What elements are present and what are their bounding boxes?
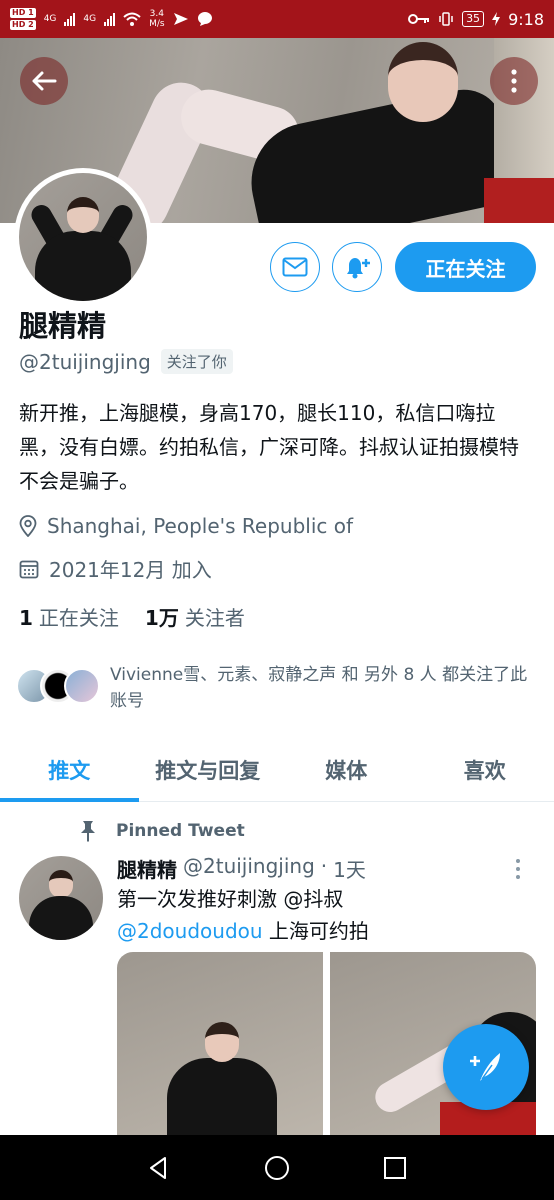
chat-bubble-icon (197, 12, 212, 26)
following-button[interactable]: 正在关注 (395, 242, 536, 292)
tweet-separator: · (320, 854, 328, 878)
tweet-text-part1: 第一次发推好刺激 (117, 887, 284, 911)
network-speed: 3.4 M/s (149, 9, 165, 29)
vibrate-icon (439, 12, 453, 26)
back-button[interactable] (20, 57, 68, 105)
more-options-button[interactable] (490, 57, 538, 105)
following-stat[interactable]: 1 正在关注 (19, 602, 119, 631)
media-photo-detail (205, 1022, 239, 1062)
follower-avatar (64, 668, 100, 704)
profile-tabs: 推文 推文与回复 媒体 喜欢 (0, 738, 554, 802)
bell-plus-icon (347, 258, 370, 279)
banner-photo-detail (240, 82, 520, 223)
speed-value: 3.4 (149, 9, 164, 19)
compose-tweet-button[interactable] (443, 1024, 529, 1110)
following-label: 正在关注 (38, 606, 119, 630)
tweet-mention-2[interactable]: @2doudoudou (117, 919, 263, 943)
tab-tweets[interactable]: 推文 (0, 738, 139, 802)
followers-you-know-text: Vivienne雪、元素、寂静之声 和 另外 8 人 都关注了此账号 (110, 665, 528, 711)
location-row: Shanghai, People's Republic of (19, 514, 353, 538)
message-button[interactable] (270, 242, 320, 292)
more-vertical-icon (516, 859, 520, 879)
tab-media[interactable]: 媒体 (277, 738, 416, 801)
follow-stats: 1 正在关注 1万 关注者 (19, 602, 245, 631)
wifi-icon (123, 12, 141, 26)
banner-photo-detail (388, 42, 458, 122)
feather-plus-icon (470, 1053, 500, 1081)
profile-location: Shanghai, People's Republic of (47, 514, 354, 538)
pinned-tweet-text: Pinned Tweet (116, 821, 245, 841)
tab-tweets-and-replies[interactable]: 推文与回复 (139, 738, 278, 801)
profile-handle: @2tuijingjing (19, 349, 151, 374)
following-count: 1 (19, 606, 33, 630)
system-navigation-bar (0, 1135, 554, 1200)
signal-icon-1 (64, 12, 76, 26)
status-bar: HD 1 HD 2 4G 4G 3.4 M/s 35 9:18 (0, 0, 554, 38)
nav-recents-icon[interactable] (383, 1156, 407, 1180)
calendar-icon (19, 560, 39, 578)
followers-label: 关注者 (184, 606, 245, 630)
tab-likes[interactable]: 喜欢 (416, 738, 554, 801)
profile-name: 腿精精 (19, 309, 107, 343)
nav-back-icon[interactable] (147, 1156, 171, 1180)
key-icon (408, 14, 430, 24)
send-icon (173, 13, 188, 25)
pinned-tweet-label: Pinned Tweet (78, 820, 245, 842)
arrow-left-icon (32, 71, 57, 91)
network-type-1: 4G (43, 14, 57, 24)
tweet-text: 第一次发推好刺激 @抖叔 @2doudoudou 上海可约拍 (117, 883, 527, 947)
hd-indicators: HD 1 HD 2 (10, 7, 36, 31)
battery-level: 35 (462, 11, 485, 27)
tweet-author-name[interactable]: 腿精精 (117, 854, 177, 883)
followers-you-know[interactable]: Vivienne雪、元素、寂静之声 和 另外 8 人 都关注了此账号 (16, 662, 536, 714)
avatar-photo-detail (67, 197, 99, 233)
follower-avatar-stack (16, 662, 100, 704)
tweet-media-1[interactable] (117, 952, 323, 1142)
hd2-badge: HD 2 (10, 20, 36, 30)
tweet-time[interactable]: 1天 (333, 854, 366, 883)
charging-icon (492, 12, 501, 26)
tweet-text-part2: 上海可约拍 (262, 919, 369, 943)
signal-icon-2 (104, 12, 116, 26)
tweet-more-button[interactable] (515, 858, 521, 884)
nav-home-icon[interactable] (264, 1155, 290, 1181)
tweet-author-handle[interactable]: @2tuijingjing (183, 854, 315, 883)
join-date-row: 2021年12月 加入 (19, 554, 212, 583)
speed-unit: M/s (149, 19, 165, 29)
followers-count: 1万 (144, 606, 179, 630)
profile-bio: 新开推，上海腿模，身高170，腿长110，私信口嗨拉黑，没有白嫖。约拍私信，广深… (19, 401, 519, 493)
follows-you-badge: 关注了你 (160, 349, 233, 374)
media-photo-detail (167, 1058, 277, 1142)
tweet-header: 腿精精 @2tuijingjing · 1天 (117, 854, 366, 883)
profile-join-date: 2021年12月 加入 (49, 558, 212, 582)
avatar-photo-detail (29, 896, 93, 940)
handle-row: @2tuijingjing 关注了你 (19, 349, 233, 374)
avatar-image (19, 173, 147, 301)
envelope-icon (282, 257, 308, 277)
hd1-badge: HD 1 (10, 8, 36, 18)
more-vertical-icon (511, 69, 517, 93)
clock: 9:18 (508, 9, 544, 29)
tweet-author-avatar[interactable] (19, 856, 103, 940)
network-type-2: 4G (83, 14, 97, 24)
notifications-button[interactable] (332, 242, 382, 292)
location-pin-icon (19, 515, 37, 537)
banner-photo-detail (484, 178, 554, 223)
pushpin-icon (81, 821, 95, 842)
avatar-photo-detail (35, 231, 131, 301)
profile-avatar[interactable] (14, 168, 152, 306)
avatar-photo-detail (49, 870, 73, 898)
followers-stat[interactable]: 1万 关注者 (145, 602, 245, 631)
tweet-mention-1[interactable]: @抖叔 (283, 887, 343, 911)
